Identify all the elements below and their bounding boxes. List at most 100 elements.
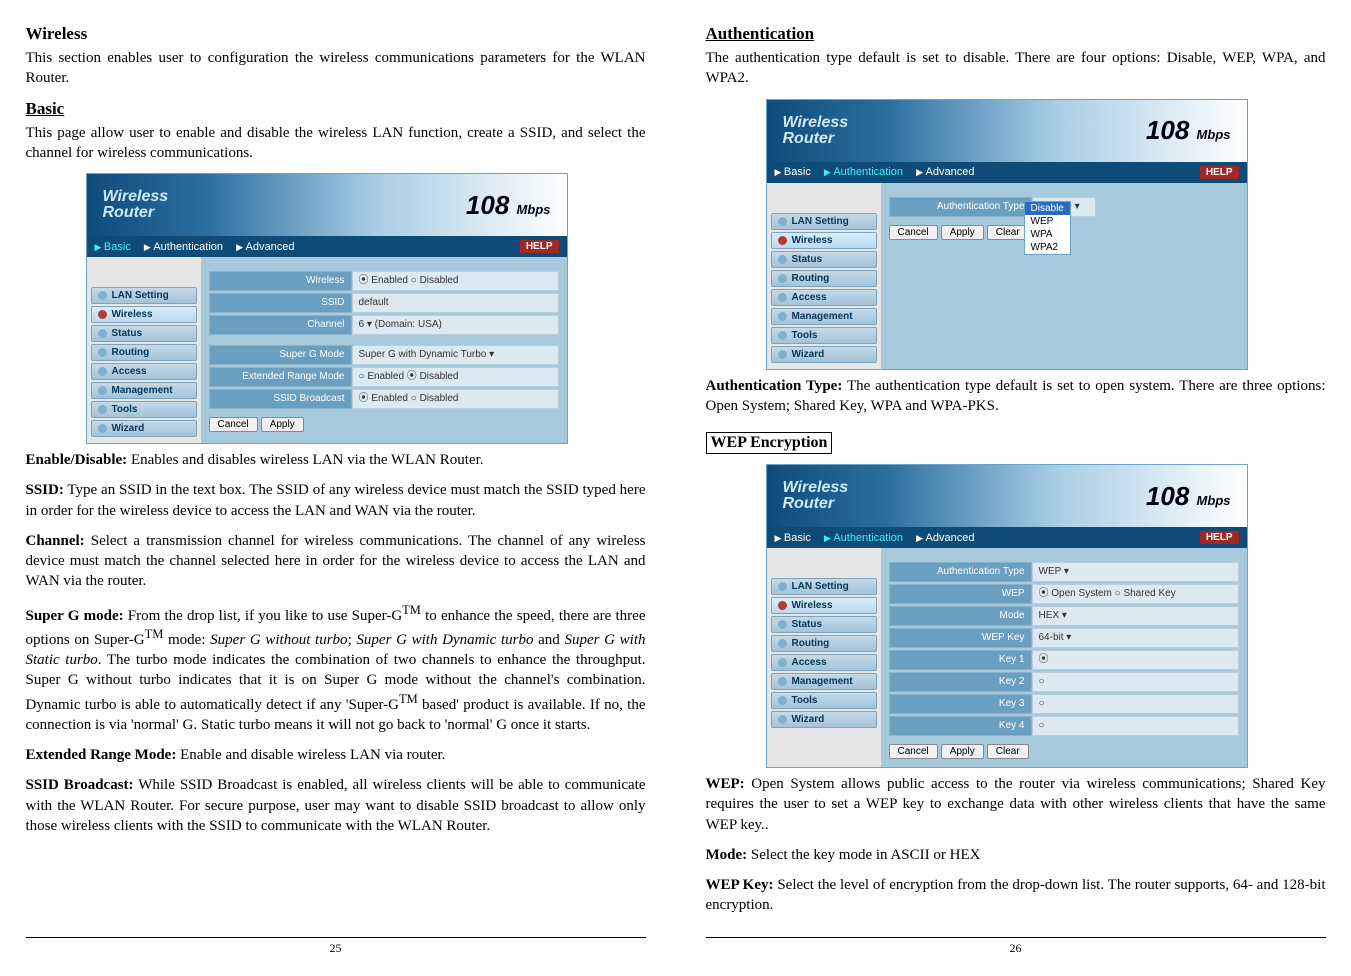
field-label-wepkey: WEP Key [889, 628, 1032, 648]
authtype-dropdown[interactable]: Disable WEP WPA WPA2 [1024, 201, 1071, 255]
sidebar-item-wireless[interactable]: Wireless [771, 232, 877, 249]
field-value-mode[interactable]: HEX ▾ [1032, 606, 1239, 626]
tab-advanced[interactable]: Advanced [916, 166, 974, 178]
field-value-extrange[interactable]: ○ Enabled ⦿ Disabled [352, 367, 559, 387]
field-value-wep[interactable]: ⦿ Open System ○ Shared Key [1032, 584, 1239, 604]
para-wep: WEP: Open System allows public access to… [706, 774, 1326, 835]
dropdown-item-wep[interactable]: WEP [1025, 215, 1070, 228]
para-ssid: SSID: Type an SSID in the text box. The … [26, 480, 646, 521]
dot-icon [778, 677, 787, 686]
form-area: Wireless⦿ Enabled ○ Disabled SSIDdefault… [201, 257, 567, 443]
wep-encryption-heading: WEP Encryption [706, 432, 833, 454]
para-authtype: Authentication Type: The authentication … [706, 376, 1326, 417]
cancel-button[interactable]: Cancel [889, 225, 938, 240]
field-value-authtype[interactable]: WEP ▾ [1032, 562, 1239, 582]
sidebar-item-wizard[interactable]: Wizard [91, 420, 197, 437]
page-right: Authentication The authentication type d… [706, 20, 1326, 956]
field-value-key4[interactable]: ○ [1032, 716, 1239, 736]
brand-line1: Wireless [783, 115, 849, 131]
tabbar: Basic Authentication Advanced HELP [767, 162, 1247, 183]
sidebar-item-access[interactable]: Access [91, 363, 197, 380]
dot-icon [778, 601, 787, 610]
field-label-ssid: SSID [209, 293, 352, 313]
sidebar-item-wireless[interactable]: Wireless [91, 306, 197, 323]
tab-basic[interactable]: Basic [775, 166, 811, 178]
sidebar-item-routing[interactable]: Routing [771, 635, 877, 652]
field-value-key1[interactable]: ⦿ [1032, 650, 1239, 670]
field-value-wireless[interactable]: ⦿ Enabled ○ Disabled [352, 271, 559, 291]
field-label-key1: Key 1 [889, 650, 1032, 670]
field-label-superg: Super G Mode [209, 345, 352, 365]
sidebar-item-management[interactable]: Management [771, 673, 877, 690]
para-basic: This page allow user to enable and disab… [26, 123, 646, 164]
sidebar-item-management[interactable]: Management [771, 308, 877, 325]
sidebar-item-access[interactable]: Access [771, 654, 877, 671]
sidebar-item-routing[interactable]: Routing [91, 344, 197, 361]
apply-button[interactable]: Apply [941, 225, 984, 240]
sidebar-item-lan[interactable]: LAN Setting [771, 578, 877, 595]
help-button[interactable]: HELP [520, 240, 559, 253]
dot-icon [778, 217, 787, 226]
help-button[interactable]: HELP [1200, 166, 1239, 179]
dot-icon [778, 293, 787, 302]
sidebar-item-status[interactable]: Status [771, 251, 877, 268]
field-label-key2: Key 2 [889, 672, 1032, 692]
sidebar-item-lan[interactable]: LAN Setting [91, 287, 197, 304]
para-wireless-intro: This section enables user to configurati… [26, 48, 646, 89]
sidebar-item-wizard[interactable]: Wizard [771, 711, 877, 728]
field-value-key3[interactable]: ○ [1032, 694, 1239, 714]
cancel-button[interactable]: Cancel [889, 744, 938, 759]
dot-icon [778, 350, 787, 359]
sidebar-item-status[interactable]: Status [771, 616, 877, 633]
tab-authentication[interactable]: Authentication [824, 166, 903, 178]
mbps-label: 108 Mbps [1146, 115, 1231, 146]
dot-icon [778, 582, 787, 591]
sidebar-item-wizard[interactable]: Wizard [771, 346, 877, 363]
field-label-authtype: Authentication Type [889, 562, 1032, 582]
para-superg: Super G mode: From the drop list, if you… [26, 602, 646, 736]
screenshot-wep: Wireless Router 108 Mbps Basic Authentic… [766, 464, 1248, 768]
dropdown-item-wpa[interactable]: WPA [1025, 228, 1070, 241]
tab-advanced[interactable]: Advanced [916, 532, 974, 544]
sidebar-item-status[interactable]: Status [91, 325, 197, 342]
sidebar-item-wireless[interactable]: Wireless [771, 597, 877, 614]
dropdown-item-wpa2[interactable]: WPA2 [1025, 241, 1070, 254]
screenshot-basic: Wireless Router 108 Mbps Basic Authentic… [86, 173, 568, 444]
dot-icon [98, 424, 107, 433]
sidebar-item-tools[interactable]: Tools [771, 692, 877, 709]
help-button[interactable]: HELP [1200, 531, 1239, 544]
dropdown-item-disable[interactable]: Disable [1025, 202, 1070, 215]
field-label-wireless: Wireless [209, 271, 352, 291]
field-value-key2[interactable]: ○ [1032, 672, 1239, 692]
form-area: Authentication TypeDisable ▾ Cancel Appl… [881, 183, 1247, 369]
apply-button[interactable]: Apply [941, 744, 984, 759]
field-value-ssid[interactable]: default [352, 293, 559, 313]
sidebar-item-lan[interactable]: LAN Setting [771, 213, 877, 230]
dot-icon [778, 696, 787, 705]
field-value-wepkey[interactable]: 64-bit ▾ [1032, 628, 1239, 648]
sidebar-item-routing[interactable]: Routing [771, 270, 877, 287]
sidebar-item-access[interactable]: Access [771, 289, 877, 306]
apply-button[interactable]: Apply [261, 417, 304, 432]
tab-advanced[interactable]: Advanced [236, 241, 294, 253]
tab-basic[interactable]: Basic [95, 241, 131, 253]
dot-icon [778, 236, 787, 245]
field-value-superg[interactable]: Super G with Dynamic Turbo ▾ [352, 345, 559, 365]
page-number: 25 [26, 937, 646, 956]
sidebar-item-tools[interactable]: Tools [771, 327, 877, 344]
field-label-wep: WEP [889, 584, 1032, 604]
tab-authentication[interactable]: Authentication [824, 532, 903, 544]
field-value-channel[interactable]: 6 ▾ (Domain: USA) [352, 315, 559, 335]
clear-button[interactable]: Clear [987, 744, 1029, 759]
sidebar-item-tools[interactable]: Tools [91, 401, 197, 418]
tab-basic[interactable]: Basic [775, 532, 811, 544]
clear-button[interactable]: Clear [987, 225, 1029, 240]
cancel-button[interactable]: Cancel [209, 417, 258, 432]
dot-icon [778, 312, 787, 321]
sidebar-item-management[interactable]: Management [91, 382, 197, 399]
field-label-ssidbcast: SSID Broadcast [209, 389, 352, 409]
para-enable: Enable/Disable: Enables and disables wir… [26, 450, 646, 470]
field-value-ssidbcast[interactable]: ⦿ Enabled ○ Disabled [352, 389, 559, 409]
dot-icon [98, 405, 107, 414]
tab-authentication[interactable]: Authentication [144, 241, 223, 253]
